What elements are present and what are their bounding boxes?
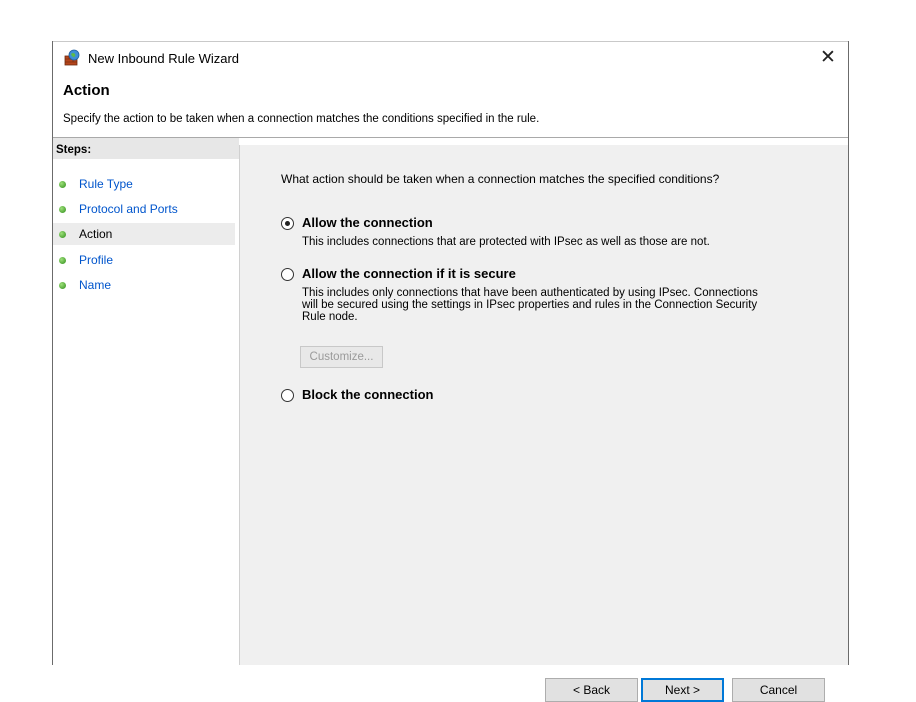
allow-connection-description: This includes connections that are prote… [302, 236, 710, 248]
window-title: New Inbound Rule Wizard [88, 51, 240, 66]
wizard-window: New Inbound Rule Wizard ✕ Action Specify… [52, 41, 849, 702]
step-protocol-and-ports[interactable]: Protocol and Ports [53, 198, 235, 220]
step-label: Profile [79, 253, 114, 267]
allow-connection-radio[interactable] [281, 217, 294, 230]
allow-if-secure-description-line-3: Rule node. [302, 311, 358, 323]
step-label: Action [79, 227, 113, 241]
title-bar: New Inbound Rule Wizard ✕ [53, 41, 848, 73]
allow-if-secure-description-line-2: will be secured using the settings in IP… [302, 299, 758, 311]
green-dot-icon [59, 231, 66, 238]
customize-button: Customize... [300, 346, 383, 368]
allow-if-secure-label[interactable]: Allow the connection if it is secure [302, 266, 516, 281]
step-name[interactable]: Name [53, 274, 235, 296]
green-dot-icon [59, 257, 66, 264]
allow-if-secure-radio[interactable] [281, 268, 294, 281]
block-connection-label[interactable]: Block the connection [302, 387, 433, 402]
green-dot-icon [59, 181, 66, 188]
close-icon: ✕ [820, 46, 836, 68]
steps-heading: Steps: [53, 138, 239, 159]
green-dot-icon [59, 282, 66, 289]
next-button[interactable]: Next > [641, 678, 724, 702]
block-connection-radio[interactable] [281, 389, 294, 402]
close-button[interactable]: ✕ [808, 41, 848, 73]
cancel-button[interactable]: Cancel [732, 678, 825, 702]
page-description: Specify the action to be taken when a co… [63, 113, 540, 125]
step-label: Name [79, 278, 112, 292]
back-button[interactable]: < Back [545, 678, 638, 702]
step-label: Rule Type [79, 177, 133, 191]
step-label: Protocol and Ports [79, 202, 178, 216]
content-panel: What action should be taken when a conne… [239, 145, 848, 702]
firewall-wizard-icon [63, 49, 81, 67]
step-rule-type[interactable]: Rule Type [53, 173, 235, 195]
steps-panel: Steps: Rule Type Protocol and Ports Acti… [53, 138, 239, 665]
allow-if-secure-description-line-1: This includes only connections that have… [302, 287, 758, 299]
step-action: Action [53, 223, 235, 245]
page-title: Action [63, 82, 110, 99]
allow-connection-label[interactable]: Allow the connection [302, 215, 433, 230]
action-question: What action should be taken when a conne… [281, 172, 720, 186]
green-dot-icon [59, 206, 66, 213]
step-profile[interactable]: Profile [53, 249, 235, 271]
